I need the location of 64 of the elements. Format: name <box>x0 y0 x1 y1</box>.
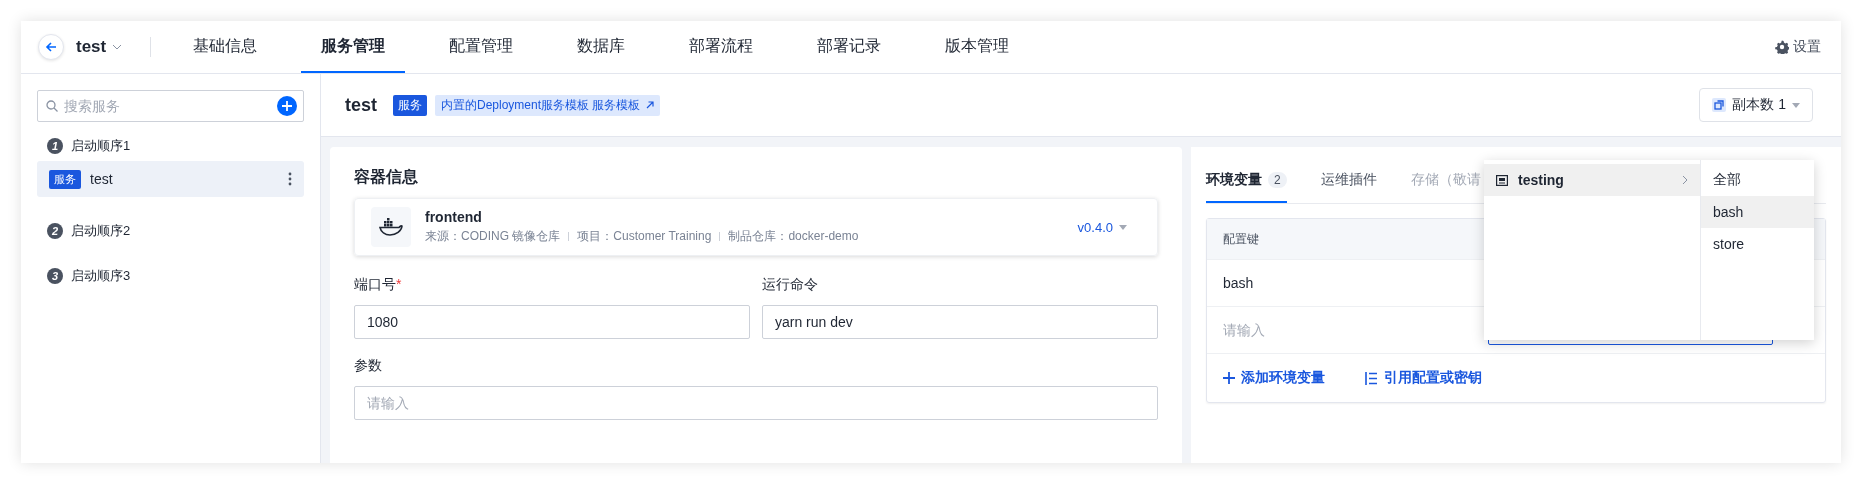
nav-tab[interactable]: 部署记录 <box>797 21 902 73</box>
replicas-dropdown[interactable]: 副本数 1 <box>1699 88 1813 122</box>
back-button[interactable] <box>38 34 64 60</box>
menu-item[interactable]: store <box>1701 228 1814 260</box>
copies-icon <box>1712 98 1727 112</box>
version-dropdown[interactable]: v0.4.0 <box>1077 219 1127 235</box>
count-badge: 2 <box>1268 172 1287 188</box>
more-button[interactable] <box>288 172 292 186</box>
project-selector[interactable]: test <box>76 37 123 57</box>
nav-tab[interactable]: 数据库 <box>557 21 646 73</box>
input-field[interactable]: 1080 <box>354 305 750 339</box>
group-title: 启动顺序2 <box>71 222 131 240</box>
nav-tab[interactable]: 配置管理 <box>429 21 534 73</box>
menu-item[interactable]: 全部 <box>1701 164 1814 196</box>
settings-button[interactable]: 设置 <box>1775 38 1821 56</box>
image-repo: 制品仓库：docker-demo <box>728 228 859 245</box>
nav-tab[interactable]: 基础信息 <box>173 21 278 73</box>
reference-config-link[interactable]: 引用配置或密钥 <box>1365 369 1482 387</box>
search-icon <box>46 100 58 112</box>
image-source: 来源：CODING 镜像仓库 <box>425 228 561 245</box>
table-cell: bash <box>1223 275 1254 291</box>
search-field[interactable]: 搜索服务 <box>37 90 304 122</box>
external-link-icon <box>646 101 655 109</box>
step-number: 3 <box>47 268 63 284</box>
back-arrow-icon <box>45 41 57 53</box>
input-field[interactable]: yarn run dev <box>762 305 1158 339</box>
input-field[interactable]: 请输入 <box>354 386 1158 420</box>
menu-item[interactable]: testing <box>1484 164 1700 196</box>
plus-icon <box>282 101 292 111</box>
service-tag: 服务 <box>393 94 427 116</box>
panel-tab[interactable]: 环境变量 2 <box>1206 171 1287 203</box>
field-label: 参数 <box>354 357 383 375</box>
service-name: test <box>90 171 114 187</box>
settings-icon <box>1775 40 1789 54</box>
caret-down-icon <box>1792 102 1800 108</box>
chevron-down-icon <box>112 44 123 50</box>
panel-tab[interactable]: 运维插件 <box>1320 171 1377 203</box>
add-service-button[interactable] <box>277 96 297 116</box>
plus-icon <box>1223 372 1235 384</box>
list-icon <box>1365 371 1378 385</box>
step-number: 2 <box>47 223 63 239</box>
service-item[interactable]: 服务 test <box>37 161 304 197</box>
more-vertical-icon <box>288 172 292 186</box>
whale-drawing <box>379 217 403 237</box>
nav-tab[interactable]: 版本管理 <box>925 21 1030 73</box>
service-title: test <box>345 94 377 116</box>
window-icon <box>1496 174 1508 186</box>
caret-down-icon <box>1119 224 1127 230</box>
group-title: 启动顺序3 <box>71 267 131 285</box>
nav-tab[interactable]: 服务管理 <box>301 21 406 73</box>
group-title: 启动顺序1 <box>71 137 131 155</box>
column-header: 配置键 <box>1223 230 1259 248</box>
chevron-right-icon <box>1682 175 1688 185</box>
section-title: 容器信息 <box>354 167 419 187</box>
field-label: 端口号* <box>354 276 403 294</box>
add-variable-link[interactable]: 添加环境变量 <box>1223 369 1325 387</box>
image-project: 项目：Customer Training <box>577 228 712 245</box>
template-link[interactable]: 内置的Deployment服务模板 服务模板 <box>435 94 661 116</box>
step-number: 1 <box>47 138 63 154</box>
service-tag: 服务 <box>49 169 81 189</box>
field-label: 运行命令 <box>762 276 819 294</box>
menu-item[interactable]: bash <box>1701 196 1814 228</box>
image-name: frontend <box>425 209 483 225</box>
nav-tab[interactable]: 部署流程 <box>669 21 774 73</box>
